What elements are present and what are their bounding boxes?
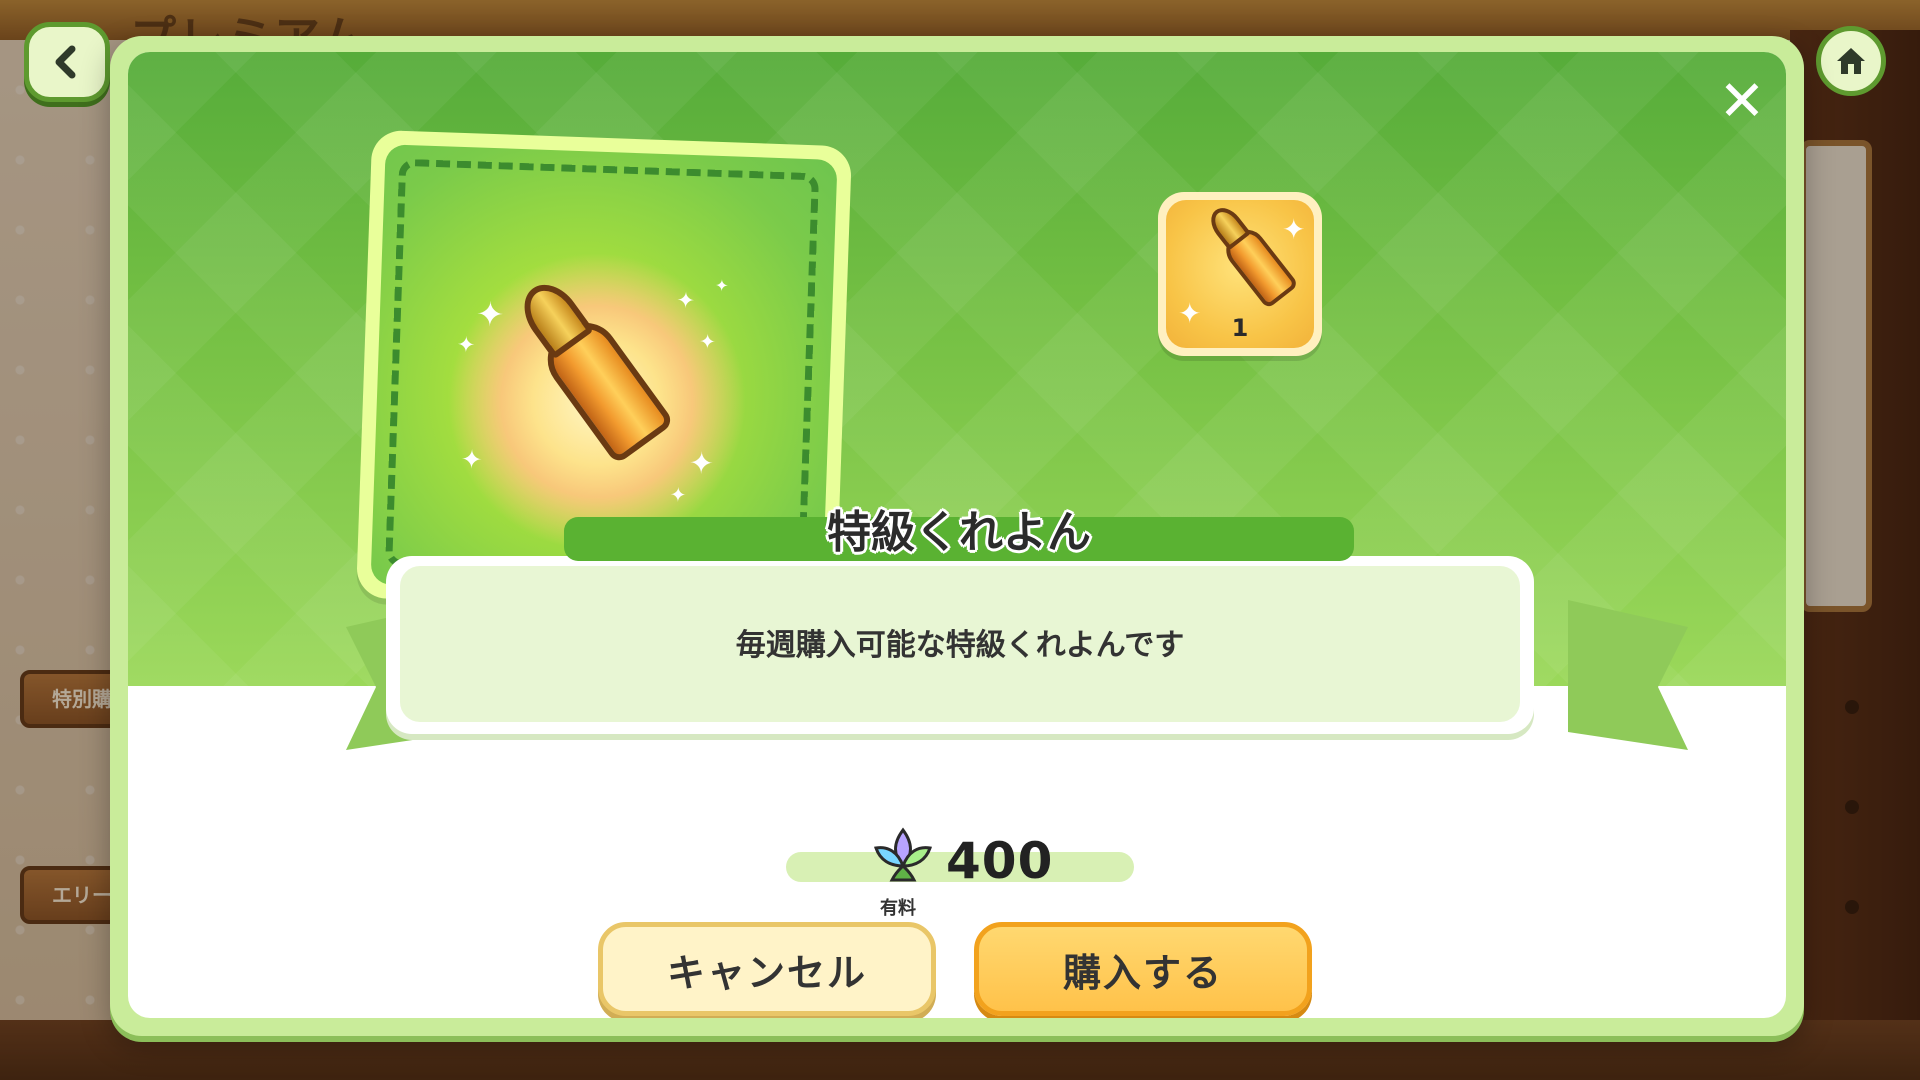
sparkle-icon: ✦	[698, 329, 717, 354]
home-icon	[1837, 48, 1865, 74]
sparkle-icon: ✦	[460, 445, 484, 476]
close-icon: ✕	[1718, 69, 1766, 134]
sparkle-icon: ✦	[1282, 213, 1306, 246]
sparkle-icon: ✦	[714, 275, 729, 296]
currency-label: 有料	[880, 898, 916, 919]
sparkle-icon: ✦	[456, 332, 476, 359]
item-description: 毎週購入可能な特級くれよんです	[735, 628, 1185, 663]
back-button[interactable]	[24, 22, 110, 102]
home-button[interactable]	[1816, 26, 1886, 96]
cancel-button[interactable]: キャンセル	[598, 922, 936, 1016]
paid-gem-icon	[874, 827, 932, 882]
reward-slot-background: ✦ ✦ 1	[1166, 200, 1314, 348]
sparkle-icon: ✦	[475, 294, 506, 336]
dialog-body: ✕ ✦ ✦ ✦ ✦ ✦ ✦ ✦ ✦ ✦ ✦ 1 特級くれよん 毎週購入可能な特級…	[128, 52, 1786, 1018]
sparkle-icon: ✦	[688, 446, 715, 482]
item-name: 特級くれよん	[827, 507, 1091, 558]
reward-slot: ✦ ✦ 1	[1158, 192, 1322, 356]
purchase-dialog: ✕ ✦ ✦ ✦ ✦ ✦ ✦ ✦ ✦ ✦ ✦ 1 特級くれよん 毎週購入可能な特級…	[110, 36, 1804, 1036]
chevron-left-icon	[55, 45, 76, 79]
buy-button[interactable]: 購入する	[974, 922, 1312, 1016]
reward-quantity: 1	[1231, 314, 1249, 342]
price-amount: 400	[946, 832, 1054, 890]
close-button[interactable]: ✕	[1714, 74, 1770, 130]
sparkle-icon: ✦	[676, 288, 696, 315]
